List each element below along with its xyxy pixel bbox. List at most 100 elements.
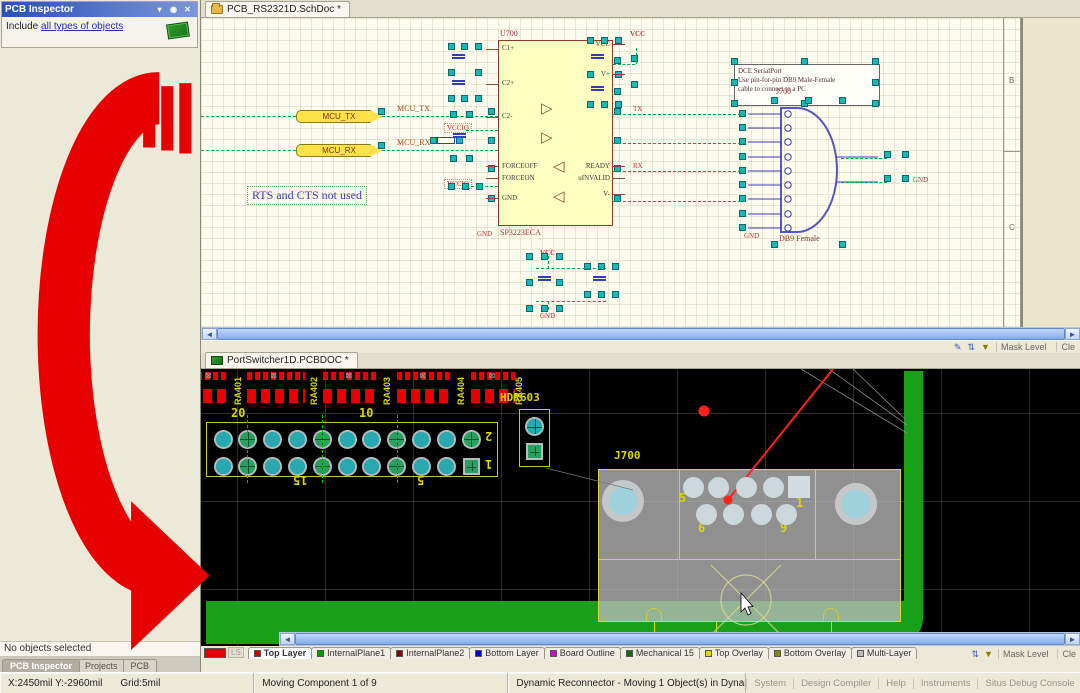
selection-handle[interactable] bbox=[556, 279, 563, 286]
wire[interactable] bbox=[466, 130, 498, 131]
object-filter-link[interactable]: all types of objects bbox=[41, 21, 123, 32]
scroll-left-icon[interactable]: ◄ bbox=[202, 328, 217, 340]
pad[interactable] bbox=[776, 504, 797, 525]
selection-handle[interactable] bbox=[475, 95, 482, 102]
selection-handle[interactable] bbox=[541, 253, 548, 260]
capacitor-symbol[interactable] bbox=[452, 80, 465, 85]
selection-handle[interactable] bbox=[739, 124, 746, 131]
selection-handle[interactable] bbox=[739, 210, 746, 217]
pad[interactable] bbox=[683, 477, 704, 498]
pad[interactable] bbox=[723, 504, 744, 525]
capacitor-symbol[interactable] bbox=[593, 276, 606, 281]
port-mcu-tx[interactable]: MCU_TX bbox=[296, 110, 382, 123]
pad[interactable] bbox=[288, 457, 307, 476]
pad[interactable] bbox=[412, 457, 431, 476]
pcb-canvas[interactable]: ⊠ RA401 ⊠ RA402 ⊠ RA403 ⊠ RA404 ⊠ RA405 … bbox=[201, 369, 1080, 646]
selection-handle[interactable] bbox=[739, 153, 746, 160]
layer-tab-top-layer[interactable]: Top Layer bbox=[248, 647, 312, 659]
tab-projects[interactable]: Projects bbox=[77, 659, 126, 672]
selection-handle[interactable] bbox=[884, 175, 891, 182]
component-ra[interactable]: ⊠ bbox=[247, 372, 305, 404]
pad[interactable] bbox=[362, 430, 381, 449]
selection-handle[interactable] bbox=[450, 155, 457, 162]
scroll-right-icon[interactable]: ► bbox=[1065, 633, 1080, 645]
selection-handle[interactable] bbox=[475, 43, 482, 50]
panel-button-help[interactable]: Help bbox=[878, 678, 913, 689]
mounting-hole[interactable] bbox=[602, 480, 644, 522]
pad[interactable] bbox=[214, 457, 233, 476]
pad[interactable] bbox=[214, 430, 233, 449]
mounting-hole[interactable] bbox=[835, 483, 877, 525]
tab-pcb[interactable]: PCB bbox=[123, 659, 158, 672]
selection-handle[interactable] bbox=[902, 151, 909, 158]
filter-icon[interactable]: ▼ bbox=[981, 342, 990, 352]
panel-button-system[interactable]: System bbox=[746, 678, 793, 689]
gnd-power-port[interactable]: GND bbox=[477, 230, 492, 238]
layer-tab-board-outline[interactable]: Board Outline bbox=[544, 647, 621, 659]
wire[interactable] bbox=[201, 116, 296, 117]
pad[interactable] bbox=[526, 443, 543, 460]
schdoc-tab[interactable]: PCB_RS2321D.SchDoc * bbox=[205, 1, 350, 17]
pencil-icon[interactable]: ✎ bbox=[954, 342, 962, 352]
pad-1[interactable] bbox=[788, 476, 810, 498]
wire[interactable] bbox=[548, 301, 549, 310]
pin-stub[interactable] bbox=[486, 84, 498, 85]
selection-handle[interactable] bbox=[378, 142, 385, 149]
layer-tab-internalplane1[interactable]: InternalPlane1 bbox=[311, 647, 391, 659]
resistor-symbol[interactable] bbox=[437, 137, 455, 144]
wire[interactable] bbox=[466, 186, 498, 187]
wire[interactable] bbox=[636, 48, 637, 64]
pcb-inspector-titlebar[interactable]: PCB Inspector ▾ ◉ ✕ bbox=[2, 2, 197, 17]
netlabel-mcu-tx[interactable]: MCU_TX bbox=[397, 104, 430, 113]
selection-handle[interactable] bbox=[378, 108, 385, 115]
pad[interactable] bbox=[736, 477, 757, 498]
pcb-hscrollbar[interactable]: ◄ ► bbox=[279, 632, 1080, 646]
pin-stub[interactable] bbox=[486, 49, 498, 50]
selection-handle[interactable] bbox=[731, 58, 738, 65]
selection-handle[interactable] bbox=[601, 101, 608, 108]
selection-handle[interactable] bbox=[739, 181, 746, 188]
selection-handle[interactable] bbox=[601, 37, 608, 44]
panel-button-design-compiler[interactable]: Design Compiler bbox=[793, 678, 878, 689]
pin-stub[interactable] bbox=[613, 178, 625, 179]
pin-stub[interactable] bbox=[613, 166, 625, 167]
pin-stub[interactable] bbox=[486, 166, 498, 167]
ls-button[interactable]: LS bbox=[228, 647, 244, 658]
pad[interactable] bbox=[362, 457, 381, 476]
pad[interactable] bbox=[263, 457, 282, 476]
selection-handle[interactable] bbox=[587, 101, 594, 108]
panel-close-icon[interactable]: ✕ bbox=[181, 4, 194, 15]
selection-handle[interactable] bbox=[584, 291, 591, 298]
pad[interactable] bbox=[763, 477, 784, 498]
selection-handle[interactable] bbox=[839, 97, 846, 104]
selection-handle[interactable] bbox=[731, 79, 738, 86]
selection-handle[interactable] bbox=[598, 291, 605, 298]
schematic-annotation[interactable]: RTS and CTS not used bbox=[247, 186, 367, 205]
selection-handle[interactable] bbox=[801, 58, 808, 65]
gnd-power-port[interactable]: GND bbox=[540, 312, 555, 320]
selection-handle[interactable] bbox=[872, 58, 879, 65]
selection-handle[interactable] bbox=[739, 224, 746, 231]
selection-handle[interactable] bbox=[614, 88, 621, 95]
db9-connector-symbol[interactable] bbox=[736, 98, 886, 248]
selection-handle[interactable] bbox=[614, 57, 621, 64]
sort-icon[interactable]: ⇅ bbox=[967, 342, 975, 352]
capacitor-symbol[interactable] bbox=[591, 54, 604, 59]
wire[interactable] bbox=[613, 114, 746, 115]
layer-tab-mechanical15[interactable]: Mechanical 15 bbox=[620, 647, 700, 659]
pad[interactable] bbox=[412, 430, 431, 449]
netlabel-tx[interactable]: TX bbox=[633, 105, 642, 113]
wire[interactable] bbox=[382, 150, 498, 151]
scroll-right-icon[interactable]: ► bbox=[1065, 328, 1080, 340]
mask-level-button[interactable]: Mask Level bbox=[996, 342, 1051, 352]
selection-handle[interactable] bbox=[526, 305, 533, 312]
wire[interactable] bbox=[841, 158, 887, 159]
wire[interactable] bbox=[613, 171, 746, 172]
schematic-canvas[interactable]: B C U700 SP3223ECA C1+ C2+ C2- FORCEOFF … bbox=[201, 18, 1080, 327]
selection-handle[interactable] bbox=[839, 241, 846, 248]
selection-handle[interactable] bbox=[587, 37, 594, 44]
component-ra[interactable]: ⊠ bbox=[323, 372, 379, 404]
pad[interactable] bbox=[696, 504, 717, 525]
pin-stub[interactable] bbox=[613, 74, 625, 75]
pin-stub[interactable] bbox=[613, 44, 625, 45]
